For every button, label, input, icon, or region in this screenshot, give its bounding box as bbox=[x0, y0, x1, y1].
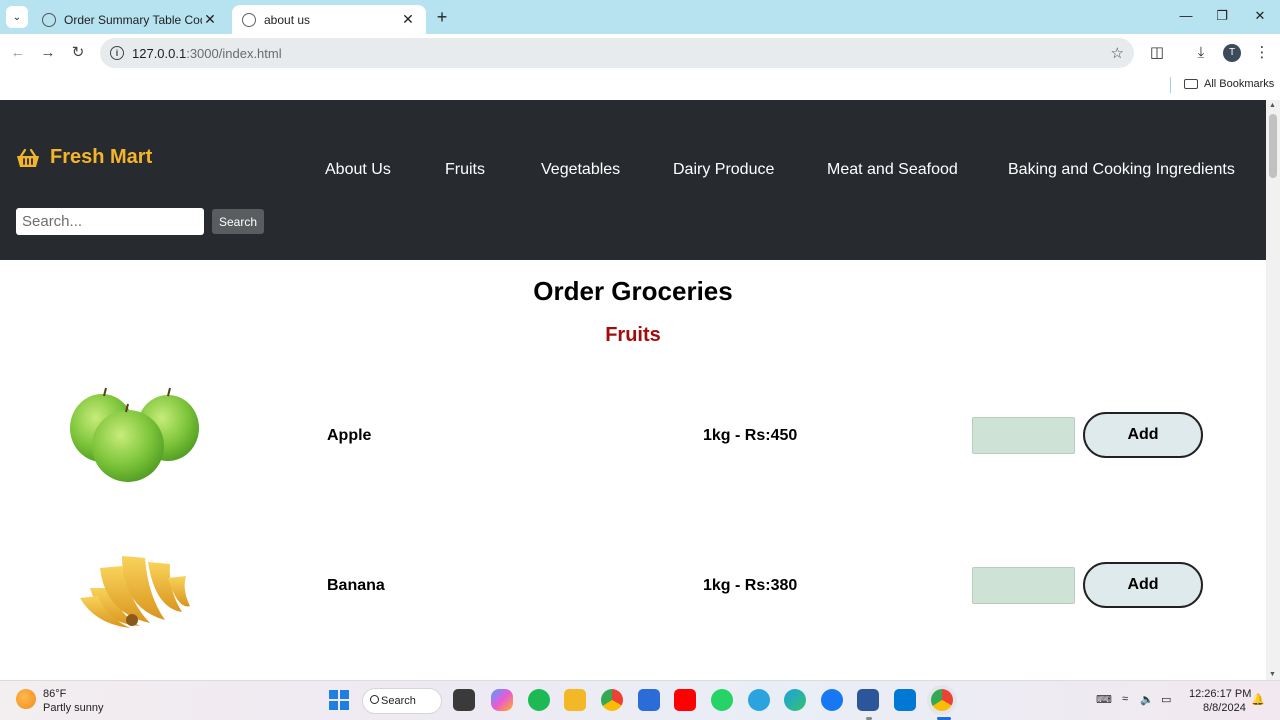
clock-time[interactable]: 12:26:17 PM bbox=[1189, 688, 1251, 700]
edge-icon[interactable] bbox=[784, 689, 806, 711]
scroll-thumb[interactable] bbox=[1269, 114, 1277, 178]
taskbar-search-box[interactable]: Search bbox=[362, 688, 442, 714]
youtube-icon[interactable] bbox=[674, 689, 696, 711]
profile-avatar[interactable]: T bbox=[1223, 44, 1241, 62]
site-header: Fresh Mart About Us Fruits Vegetables Da… bbox=[0, 100, 1266, 260]
close-window-icon[interactable]: ✕ bbox=[1250, 8, 1270, 24]
scroll-up-arrow-icon[interactable]: ▲ bbox=[1269, 102, 1276, 109]
notification-bell-icon[interactable]: 🔔 bbox=[1251, 693, 1265, 706]
search-button[interactable]: Search bbox=[212, 209, 264, 234]
address-bar[interactable]: i 127.0.0.1:3000/index.html ☆ bbox=[100, 38, 1134, 68]
tab-order-summary[interactable]: Order Summary Table Code ✕ bbox=[32, 5, 228, 34]
volume-muted-icon[interactable]: 🔈 bbox=[1140, 693, 1154, 706]
tab-search-menu-icon[interactable]: ⌄ bbox=[6, 6, 28, 28]
clock-date[interactable]: 8/8/2024 bbox=[1203, 702, 1246, 714]
whatsapp-icon[interactable] bbox=[711, 689, 733, 711]
url-host: 127.0.0.1 bbox=[132, 45, 187, 61]
new-tab-button[interactable]: + bbox=[432, 7, 452, 27]
vscode-icon[interactable] bbox=[894, 689, 916, 711]
minimize-icon[interactable]: — bbox=[1176, 8, 1196, 23]
facebook-icon[interactable] bbox=[821, 689, 843, 711]
nav-meat-and-seafood[interactable]: Meat and Seafood bbox=[827, 161, 958, 179]
section-title: Fruits bbox=[605, 324, 661, 346]
task-view-icon[interactable] bbox=[453, 689, 475, 711]
search-icon bbox=[370, 695, 379, 704]
reload-icon[interactable]: ↻ bbox=[68, 43, 88, 63]
windows-start-icon[interactable] bbox=[329, 690, 349, 710]
forward-arrow-icon[interactable]: → bbox=[38, 43, 58, 63]
scroll-down-arrow-icon[interactable]: ▼ bbox=[1269, 671, 1276, 678]
taskbar-search-label: Search bbox=[381, 695, 416, 707]
tab-title: about us bbox=[264, 12, 311, 27]
basket-icon bbox=[17, 148, 39, 167]
tab-about-us[interactable]: about us ✕ bbox=[232, 5, 426, 34]
banana-image bbox=[80, 556, 190, 628]
product-price: 1kg - Rs:450 bbox=[703, 427, 798, 444]
apple-image bbox=[70, 387, 199, 482]
site-info-icon[interactable]: i bbox=[110, 46, 124, 60]
bookmark-star-icon[interactable]: ☆ bbox=[1111, 44, 1124, 62]
copilot-icon[interactable] bbox=[491, 689, 513, 711]
page-scrollbar[interactable]: ▲ ▼ bbox=[1266, 100, 1280, 680]
wifi-icon[interactable]: ≈ bbox=[1122, 693, 1128, 705]
brand-name: Fresh Mart bbox=[50, 146, 153, 168]
product-price: 1kg - Rs:380 bbox=[703, 577, 798, 594]
brand-logo[interactable]: Fresh Mart bbox=[16, 146, 152, 169]
page-viewport: Fresh Mart About Us Fruits Vegetables Da… bbox=[0, 100, 1266, 680]
browser-toolbar: ← → ↻ i 127.0.0.1:3000/index.html ☆ ◫ ⤓ … bbox=[0, 34, 1280, 72]
nav-dairy-produce[interactable]: Dairy Produce bbox=[673, 161, 774, 179]
chrome-active-icon[interactable] bbox=[931, 689, 953, 711]
nav-vegetables[interactable]: Vegetables bbox=[541, 161, 620, 179]
bookmarks-bar: All Bookmarks bbox=[0, 72, 1280, 100]
all-bookmarks-label: All Bookmarks bbox=[1204, 78, 1275, 90]
menu-kebab-icon[interactable]: ⋮ bbox=[1252, 43, 1272, 63]
restore-icon[interactable]: ❐ bbox=[1212, 8, 1232, 24]
weather-icon[interactable] bbox=[16, 689, 36, 709]
search-input[interactable] bbox=[16, 208, 204, 235]
word-icon[interactable] bbox=[857, 689, 879, 711]
product-name: Apple bbox=[327, 427, 372, 444]
battery-icon[interactable]: ▭ bbox=[1161, 693, 1171, 706]
page-title: Order Groceries bbox=[533, 276, 733, 306]
keyboard-icon[interactable]: ⌨ bbox=[1096, 693, 1112, 706]
store-icon[interactable] bbox=[638, 689, 660, 711]
nav-fruits[interactable]: Fruits bbox=[445, 161, 485, 179]
file-explorer-icon[interactable] bbox=[564, 689, 586, 711]
windows-taskbar: 86°F Partly sunny Search ⌨ ≈ 🔈 ▭ 12:26:1… bbox=[0, 680, 1280, 720]
nav-baking-and-cooking[interactable]: Baking and Cooking Ingredients bbox=[1008, 161, 1235, 179]
extensions-icon[interactable]: ◫ bbox=[1147, 43, 1167, 63]
spotify-icon[interactable] bbox=[528, 689, 550, 711]
product-row-apple: Apple 1kg - Rs:450 Add bbox=[0, 378, 1266, 498]
product-row-banana: Banana 1kg - Rs:380 Add bbox=[0, 528, 1266, 648]
browser-tab-strip: ⌄ Order Summary Table Code ✕ about us ✕ … bbox=[0, 0, 1280, 34]
close-tab-icon[interactable]: ✕ bbox=[202, 11, 218, 28]
quantity-input[interactable] bbox=[972, 567, 1075, 604]
tab-favicon-icon bbox=[42, 12, 56, 27]
quantity-input[interactable] bbox=[972, 417, 1075, 454]
nav-about-us[interactable]: About Us bbox=[325, 161, 391, 179]
bookmarks-separator bbox=[1170, 77, 1171, 93]
tab-title: Order Summary Table Code bbox=[64, 12, 202, 27]
chrome-icon[interactable] bbox=[601, 689, 623, 711]
add-to-cart-button[interactable]: Add bbox=[1083, 412, 1203, 458]
product-name: Banana bbox=[327, 577, 385, 594]
telegram-icon[interactable] bbox=[748, 689, 770, 711]
download-icon[interactable]: ⤓ bbox=[1191, 43, 1211, 63]
weather-description[interactable]: Partly sunny bbox=[43, 702, 104, 714]
all-bookmarks-button[interactable]: All Bookmarks bbox=[1184, 78, 1274, 90]
folder-icon bbox=[1184, 79, 1198, 89]
back-arrow-icon[interactable]: ← bbox=[8, 43, 28, 63]
close-tab-icon[interactable]: ✕ bbox=[400, 11, 416, 28]
add-to-cart-button[interactable]: Add bbox=[1083, 562, 1203, 608]
weather-temperature[interactable]: 86°F bbox=[43, 688, 66, 700]
url-path: :3000/index.html bbox=[186, 45, 282, 61]
globe-icon bbox=[242, 12, 256, 27]
